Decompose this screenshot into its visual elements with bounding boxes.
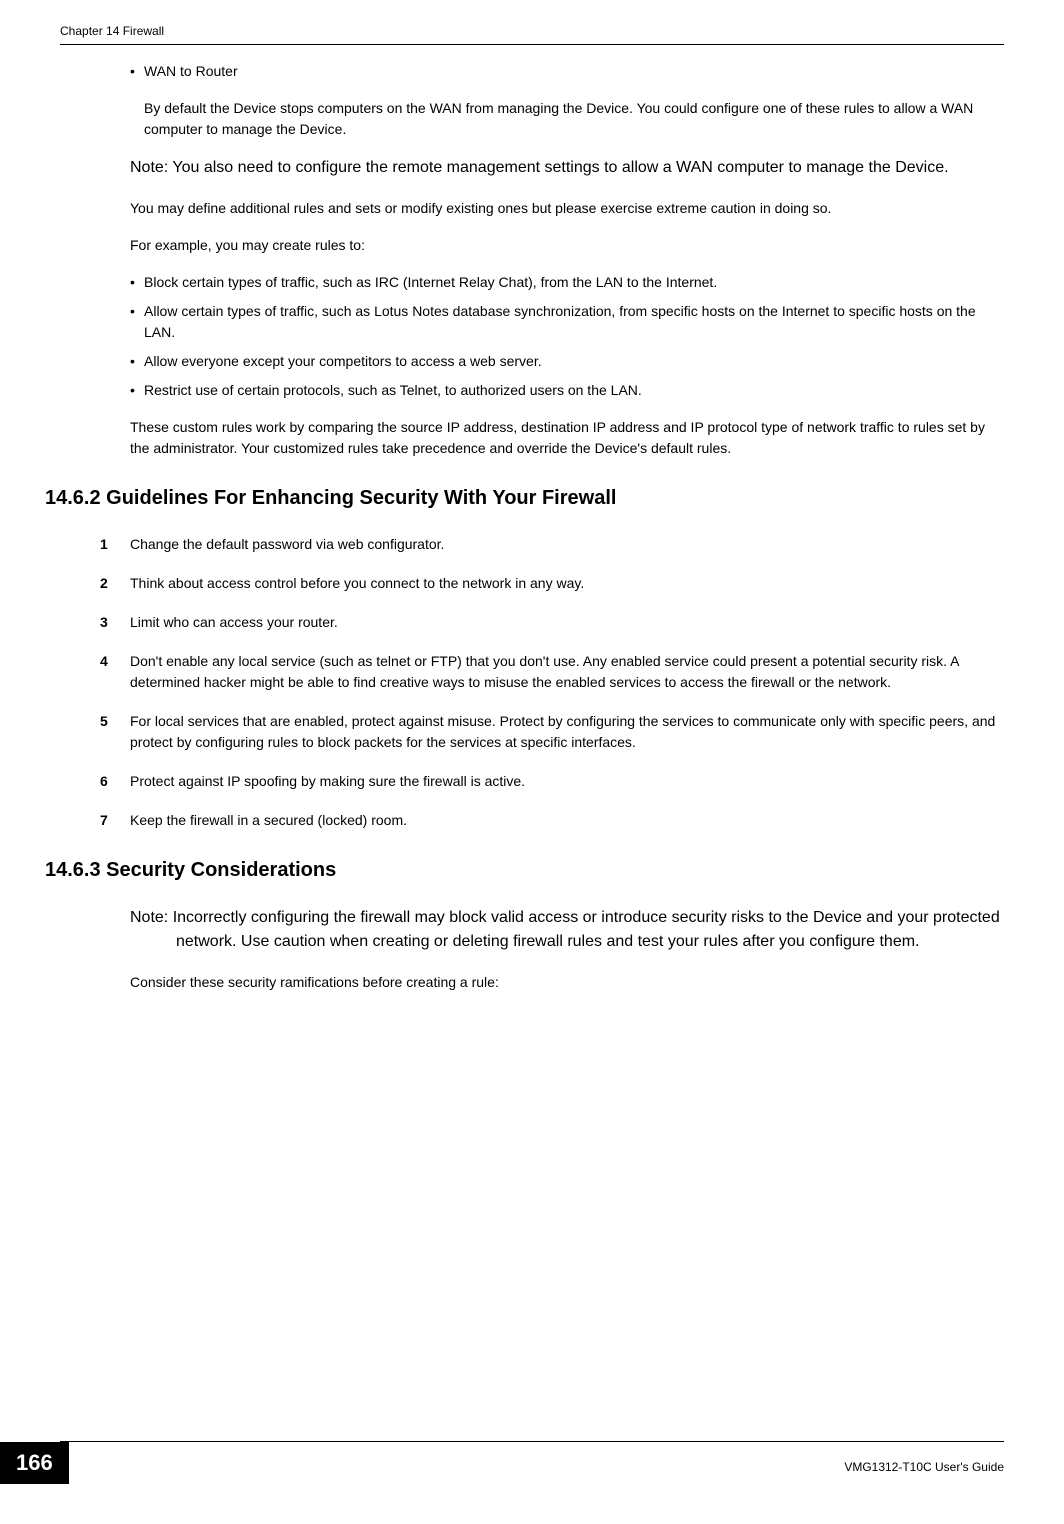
guideline-text-3: Limit who can access your router. [130, 614, 338, 630]
wan-para: By default the Device stops computers on… [144, 98, 1004, 140]
page-number: 166 [0, 1442, 69, 1484]
guidelines-list: 1Change the default password via web con… [130, 534, 1004, 831]
page-footer: 166 VMG1312-T10C User's Guide [60, 1441, 1004, 1484]
note-2: Note: Incorrectly configuring the firewa… [176, 906, 1004, 954]
example-item-3: Allow everyone except your competitors t… [130, 351, 1004, 372]
guideline-text-7: Keep the firewall in a secured (locked) … [130, 812, 407, 828]
guideline-text-6: Protect against IP spoofing by making su… [130, 773, 525, 789]
para-1: You may define additional rules and sets… [130, 198, 1004, 219]
num-2: 2 [100, 573, 108, 594]
num-7: 7 [100, 810, 108, 831]
guideline-2: 2Think about access control before you c… [130, 573, 1004, 594]
guideline-7: 7Keep the firewall in a secured (locked)… [130, 810, 1004, 831]
para-2: For example, you may create rules to: [130, 235, 1004, 256]
example-bullet-list: Block certain types of traffic, such as … [130, 272, 1004, 401]
heading-14-6-3: 14.6.3 Security Considerations [45, 859, 1004, 882]
num-3: 3 [100, 612, 108, 633]
header-chapter: Chapter 14 Firewall [60, 24, 164, 38]
example-item-4: Restrict use of certain protocols, such … [130, 380, 1004, 401]
num-6: 6 [100, 771, 108, 792]
wan-bullet-item: WAN to Router [130, 61, 1004, 82]
heading-14-6-2: 14.6.2 Guidelines For Enhancing Security… [45, 487, 1004, 510]
guideline-text-1: Change the default password via web conf… [130, 536, 444, 552]
guideline-text-5: For local services that are enabled, pro… [130, 713, 995, 750]
footer-guide-text: VMG1312-T10C User's Guide [844, 1452, 1004, 1474]
guideline-1: 1Change the default password via web con… [130, 534, 1004, 555]
guideline-6: 6Protect against IP spoofing by making s… [130, 771, 1004, 792]
guideline-3: 3Limit who can access your router. [130, 612, 1004, 633]
note-1: Note: You also need to configure the rem… [176, 156, 1004, 180]
num-5: 5 [100, 711, 108, 732]
num-1: 1 [100, 534, 108, 555]
para-4: Consider these security ramifications be… [130, 972, 1004, 993]
guideline-5: 5For local services that are enabled, pr… [130, 711, 1004, 753]
bullet-list-wan: WAN to Router [130, 61, 1004, 82]
guideline-4: 4Don't enable any local service (such as… [130, 651, 1004, 693]
example-item-1: Block certain types of traffic, such as … [130, 272, 1004, 293]
page-header: Chapter 14 Firewall [0, 0, 1064, 38]
para-3: These custom rules work by comparing the… [130, 417, 1004, 459]
page-content: WAN to Router By default the Device stop… [0, 45, 1064, 993]
num-4: 4 [100, 651, 108, 672]
guideline-text-2: Think about access control before you co… [130, 575, 584, 591]
example-item-2: Allow certain types of traffic, such as … [130, 301, 1004, 343]
guideline-text-4: Don't enable any local service (such as … [130, 653, 959, 690]
